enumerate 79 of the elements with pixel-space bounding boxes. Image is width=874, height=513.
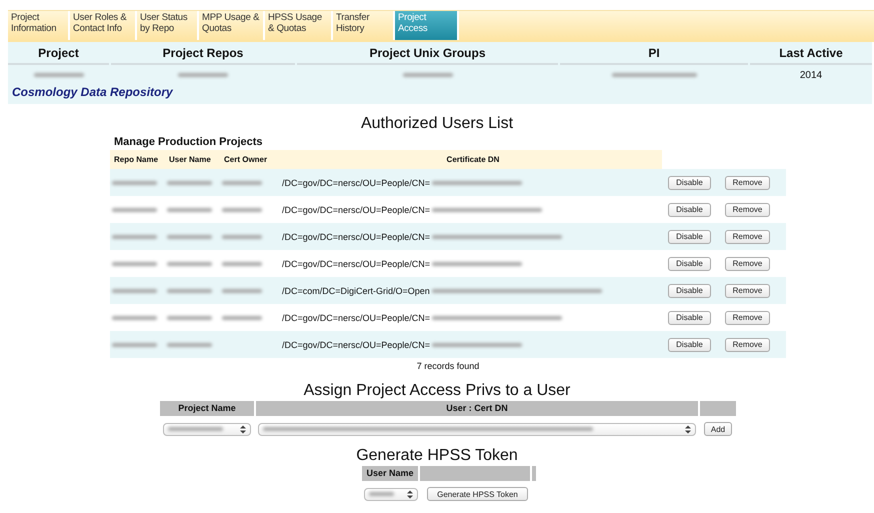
column-header: Project Name bbox=[160, 401, 254, 416]
certificate-dn: /DC=com/DC=DigiCert-Grid/O=Open bbox=[282, 286, 430, 296]
column-header: Last Active bbox=[750, 42, 872, 65]
disable-button[interactable]: Disable bbox=[668, 202, 711, 216]
blurred-text-mark bbox=[222, 288, 262, 292]
column-header: User : Cert DN bbox=[256, 401, 698, 416]
column-header: User Name bbox=[362, 466, 418, 481]
updown-arrow-icon bbox=[685, 424, 691, 434]
blurred-text-mark bbox=[178, 73, 228, 77]
remove-button[interactable]: Remove bbox=[725, 176, 770, 190]
record-count: 7 records found bbox=[416, 361, 480, 371]
column-header: Project Repos bbox=[111, 42, 295, 65]
tab[interactable]: User Status by Repo bbox=[137, 11, 199, 40]
tab[interactable]: MPP Usage & Quotas bbox=[199, 11, 265, 40]
column-header: Project bbox=[8, 42, 109, 65]
remove-button[interactable]: Remove bbox=[725, 256, 770, 270]
table-title: Manage Production Projects bbox=[114, 136, 264, 148]
column-header: User Name bbox=[165, 150, 220, 169]
blurred-text-mark bbox=[112, 262, 157, 266]
blurred-text-mark bbox=[112, 288, 157, 292]
blurred-text-mark bbox=[167, 262, 212, 266]
generate-token-button[interactable]: Generate HPSS Token bbox=[427, 487, 528, 501]
project-description: Cosmology Data Repository bbox=[11, 85, 174, 99]
empty-column-header bbox=[532, 466, 536, 481]
section-title: Authorized Users List bbox=[360, 114, 514, 134]
remove-button[interactable]: Remove bbox=[725, 310, 770, 324]
blurred-text-mark bbox=[222, 262, 262, 266]
blurred-text-mark bbox=[402, 73, 452, 77]
disable-button[interactable]: Disable bbox=[668, 256, 711, 270]
remove-button[interactable]: Remove bbox=[725, 230, 770, 244]
column-header: PI bbox=[560, 42, 748, 65]
column-header: Certificate DN bbox=[280, 150, 662, 169]
section-title: Generate HPSS Token bbox=[355, 446, 519, 466]
blurred-text-mark bbox=[167, 234, 212, 238]
blurred-text-mark bbox=[168, 427, 223, 431]
certificate-dn: /DC=gov/DC=nersc/OU=People/CN= bbox=[282, 178, 430, 188]
blurred-text-mark bbox=[112, 234, 157, 238]
certificate-dn: /DC=gov/DC=nersc/OU=People/CN= bbox=[282, 340, 430, 350]
blurred-text-mark bbox=[222, 208, 262, 212]
column-header: Repo Name bbox=[110, 150, 165, 169]
blurred-text-mark bbox=[112, 316, 157, 320]
column-header: Cert Owner bbox=[220, 150, 280, 169]
blurred-text-mark bbox=[167, 180, 212, 184]
section-title: Assign Project Access Privs to a User bbox=[302, 381, 572, 401]
last-active-year: 2014 bbox=[800, 70, 822, 80]
remove-button[interactable]: Remove bbox=[725, 284, 770, 298]
tab[interactable]: Project Information bbox=[8, 11, 70, 40]
updown-arrow-icon bbox=[407, 490, 413, 498]
remove-button[interactable]: Remove bbox=[725, 202, 770, 216]
column-header: Project Unix Groups bbox=[297, 42, 558, 65]
blurred-text-mark bbox=[167, 288, 212, 292]
certificate-dn: /DC=gov/DC=nersc/OU=People/CN= bbox=[282, 258, 430, 268]
blurred-text-mark bbox=[222, 234, 262, 238]
blurred-text-mark bbox=[167, 342, 212, 346]
certificate-dn: /DC=gov/DC=nersc/OU=People/CN= bbox=[282, 232, 430, 242]
disable-button[interactable]: Disable bbox=[668, 338, 711, 352]
tab[interactable]: HPSS Usage & Quotas bbox=[265, 11, 333, 40]
blurred-text-mark bbox=[167, 208, 212, 212]
blurred-text-mark bbox=[167, 316, 212, 320]
disable-button[interactable]: Disable bbox=[668, 310, 711, 324]
blurred-text-mark bbox=[222, 180, 262, 184]
blurred-text-mark bbox=[34, 73, 84, 77]
user-dropdown[interactable] bbox=[364, 488, 418, 500]
tab[interactable]: User Roles & Contact Info bbox=[70, 11, 137, 40]
project-dropdown[interactable] bbox=[163, 422, 251, 436]
blurred-text-mark bbox=[369, 492, 394, 496]
disable-button[interactable]: Disable bbox=[668, 176, 711, 190]
empty-column-header bbox=[700, 401, 736, 416]
certificate-dn: /DC=gov/DC=nersc/OU=People/CN= bbox=[282, 312, 430, 322]
blurred-text-mark bbox=[112, 342, 157, 346]
disable-button[interactable]: Disable bbox=[668, 284, 711, 298]
blurred-text-mark bbox=[112, 208, 157, 212]
blurred-text-mark bbox=[112, 180, 157, 184]
add-button[interactable]: Add bbox=[704, 422, 732, 436]
updown-arrow-icon bbox=[240, 424, 246, 434]
disable-button[interactable]: Disable bbox=[668, 230, 711, 244]
certificate-dn: /DC=gov/DC=nersc/OU=People/CN= bbox=[282, 204, 430, 214]
remove-button[interactable]: Remove bbox=[725, 338, 770, 352]
blurred-text-mark bbox=[222, 316, 262, 320]
